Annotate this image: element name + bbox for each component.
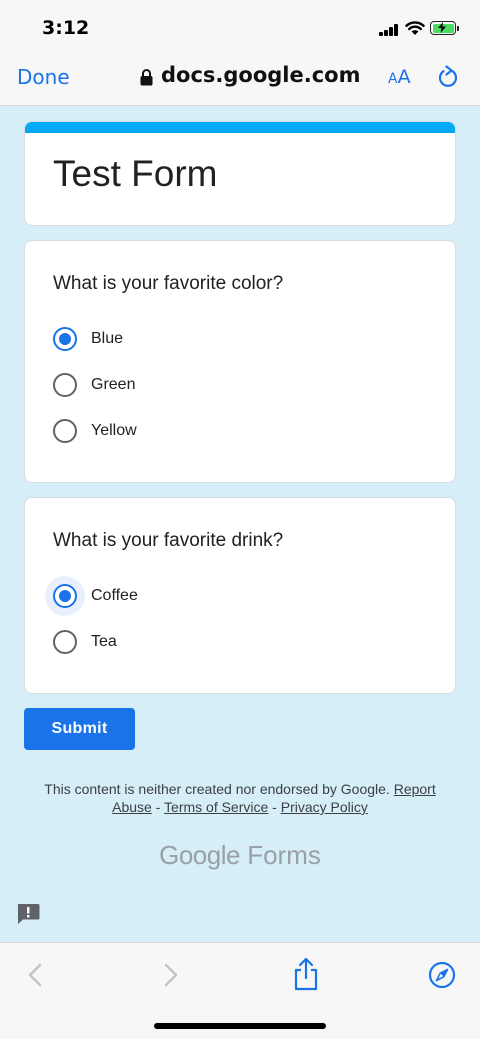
home-indicator bbox=[154, 1023, 326, 1029]
disclaimer: This content is neither created nor endo… bbox=[30, 780, 450, 816]
text-size-button[interactable]: AA bbox=[388, 66, 411, 88]
option-coffee[interactable]: Coffee bbox=[53, 584, 138, 608]
status-time: 3:12 bbox=[42, 17, 90, 39]
done-button[interactable]: Done bbox=[17, 65, 70, 89]
radio-button[interactable] bbox=[53, 584, 77, 608]
option-label: Blue bbox=[91, 330, 124, 347]
radio-button[interactable] bbox=[53, 327, 77, 351]
address-bar[interactable]: docs.google.com bbox=[140, 63, 360, 87]
url-text: docs.google.com bbox=[161, 63, 361, 87]
radio-button[interactable] bbox=[53, 630, 77, 654]
compass-icon[interactable] bbox=[428, 961, 456, 989]
option-label: Tea bbox=[91, 633, 117, 650]
terms-of-service-link[interactable]: Terms of Service bbox=[164, 799, 268, 815]
forward-arrow-icon[interactable] bbox=[156, 961, 184, 989]
reload-icon[interactable] bbox=[437, 65, 459, 89]
option-label: Yellow bbox=[91, 422, 137, 439]
separator: - bbox=[155, 799, 161, 815]
google-forms-logo[interactable]: Google Forms bbox=[0, 840, 480, 871]
option-label: Coffee bbox=[91, 587, 138, 604]
radio-button[interactable] bbox=[53, 373, 77, 397]
question-text: What is your favorite drink? bbox=[53, 530, 284, 551]
question-text: What is your favorite color? bbox=[53, 273, 284, 294]
privacy-policy-link[interactable]: Privacy Policy bbox=[281, 799, 368, 815]
option-label: Green bbox=[91, 376, 136, 393]
cellular-signal-icon bbox=[379, 24, 399, 36]
submit-button[interactable]: Submit bbox=[24, 708, 135, 750]
question-card-drink: What is your favorite drink? Coffee Tea bbox=[24, 497, 456, 694]
disclaimer-text: This content is neither created nor endo… bbox=[44, 781, 390, 797]
question-card-color: What is your favorite color? Blue Green … bbox=[24, 240, 456, 483]
option-tea[interactable]: Tea bbox=[53, 630, 117, 654]
form-header-card: Test Form bbox=[24, 121, 456, 226]
option-blue[interactable]: Blue bbox=[53, 327, 123, 351]
separator: - bbox=[272, 799, 277, 815]
form-accent-bar bbox=[25, 122, 455, 133]
brand-google: Google bbox=[159, 840, 240, 870]
lock-icon bbox=[140, 67, 153, 85]
browser-nav-bar: Done docs.google.com AA bbox=[0, 56, 480, 106]
option-yellow[interactable]: Yellow bbox=[53, 419, 137, 443]
battery-icon bbox=[430, 21, 459, 35]
wifi-icon bbox=[405, 21, 425, 35]
brand-forms: Forms bbox=[247, 840, 321, 870]
share-icon[interactable] bbox=[292, 957, 320, 991]
form-title: Test Form bbox=[53, 153, 218, 194]
option-green[interactable]: Green bbox=[53, 373, 135, 397]
status-bar: 3:12 bbox=[0, 0, 480, 56]
back-arrow-icon[interactable] bbox=[22, 961, 50, 989]
feedback-icon[interactable] bbox=[16, 903, 40, 925]
radio-button[interactable] bbox=[53, 419, 77, 443]
